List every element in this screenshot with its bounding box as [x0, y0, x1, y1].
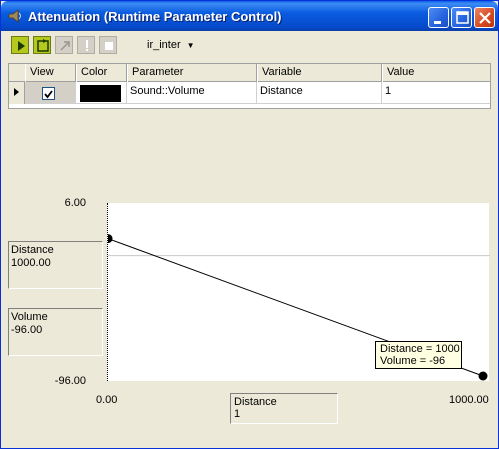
stop-icon: [105, 42, 113, 50]
x-readout-value: 1000.00: [11, 257, 51, 269]
row-pointer-icon: [14, 88, 19, 96]
rtpc-dropdown[interactable]: ir_inter ▼: [147, 39, 195, 51]
bottom-readout-box: Distance 1: [230, 393, 338, 424]
x-readout-box: Distance 1000.00: [8, 241, 103, 289]
reset-button[interactable]: [55, 36, 73, 54]
refresh-button[interactable]: [33, 36, 51, 54]
speaker-icon: [7, 8, 23, 24]
x-tick-label-min: 0.00: [96, 394, 118, 406]
cell-color[interactable]: [76, 82, 127, 104]
rtpc-dropdown-value: ir_inter: [147, 39, 181, 51]
bottom-readout-variable: Distance: [234, 396, 277, 408]
warning-button[interactable]: [77, 36, 95, 54]
color-swatch: [80, 85, 121, 102]
column-header-value[interactable]: Value: [382, 64, 490, 82]
tooltip-line-distance: Distance = 1000: [380, 343, 460, 355]
close-button[interactable]: [474, 7, 495, 28]
y-readout-value: -96.00: [11, 324, 43, 336]
bottom-readout-value: 1: [234, 408, 241, 420]
point-tooltip: Distance = 1000 Volume = -96: [375, 341, 462, 369]
attenuation-window: Attenuation (Runtime Parameter Control) …: [0, 0, 499, 449]
minimize-button[interactable]: [428, 7, 449, 28]
curve-control-point[interactable]: [108, 234, 113, 244]
maximize-button[interactable]: [451, 7, 472, 28]
minimize-icon: [434, 21, 441, 24]
window-title: Attenuation (Runtime Parameter Control): [28, 9, 282, 24]
column-header-parameter[interactable]: Parameter: [127, 64, 257, 82]
curve-control-point[interactable]: [478, 371, 488, 381]
x-tick-label-max: 1000.00: [449, 394, 489, 406]
toolbar: ir_inter ▼: [9, 36, 489, 56]
y-readout-variable: Volume: [11, 311, 48, 323]
column-header-color[interactable]: Color: [76, 64, 127, 82]
exclamation-icon: [86, 40, 88, 51]
stop-button[interactable]: [99, 36, 117, 54]
reset-icon: [60, 41, 70, 51]
y-readout-box: Volume -96.00: [8, 308, 103, 356]
row-selector[interactable]: [9, 82, 25, 104]
cell-variable[interactable]: Distance: [257, 82, 382, 104]
grid-header: View Color Parameter Variable Value: [9, 64, 490, 82]
play-button[interactable]: [11, 36, 29, 54]
column-header-view[interactable]: View: [25, 64, 76, 82]
view-checkbox[interactable]: [42, 87, 55, 100]
title-bar[interactable]: Attenuation (Runtime Parameter Control): [1, 1, 498, 31]
cell-value[interactable]: 1: [382, 82, 490, 104]
rtpc-grid: View Color Parameter Variable Value Soun…: [8, 63, 491, 109]
play-icon: [18, 41, 25, 51]
checkmark-icon: [44, 90, 53, 99]
close-icon: [479, 12, 491, 24]
column-header-variable[interactable]: Variable: [257, 64, 382, 82]
cell-view: [25, 82, 76, 104]
maximize-icon: [456, 11, 469, 24]
chevron-down-icon: ▼: [186, 41, 195, 50]
refresh-icon: [37, 39, 49, 52]
y-tick-label-bottom: -96.00: [54, 375, 86, 387]
x-readout-variable: Distance: [11, 244, 54, 256]
y-tick-label-top: 6.00: [64, 197, 86, 209]
cell-parameter[interactable]: Sound::Volume: [127, 82, 257, 104]
tooltip-line-volume: Volume = -96: [380, 355, 446, 367]
